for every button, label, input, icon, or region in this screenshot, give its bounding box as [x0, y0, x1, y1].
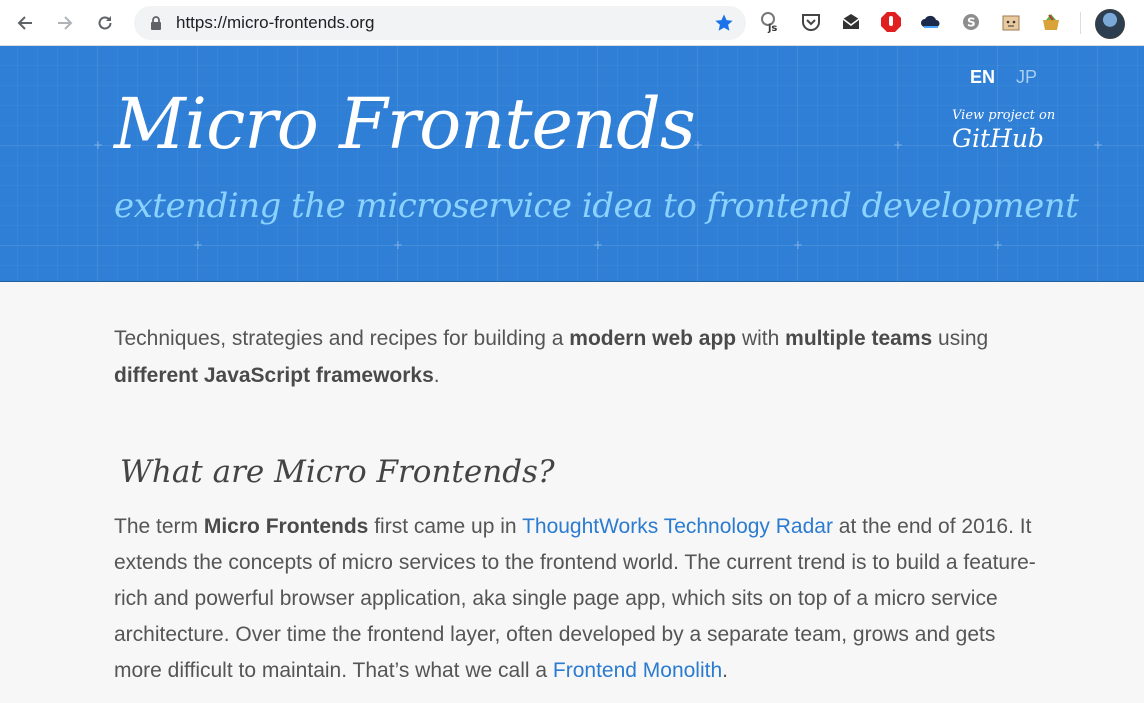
back-icon[interactable]	[10, 8, 40, 38]
grid-plus: +	[993, 238, 1004, 252]
grid-plus: +	[193, 238, 204, 252]
grid-plus: +	[393, 238, 404, 252]
grid-plus: +	[93, 138, 104, 152]
site-tagline: extending the microservice idea to front…	[114, 186, 1079, 226]
grid-plus: +	[1093, 138, 1104, 152]
toolbar-divider	[1080, 12, 1081, 34]
browser-toolbar: https://micro-frontends.org js S	[0, 0, 1144, 46]
frontend-monolith-link[interactable]: Frontend Monolith	[553, 659, 722, 682]
site-title: Micro Frontends	[114, 83, 696, 165]
tampermonkey-js-icon[interactable]: js	[758, 10, 782, 34]
url-text: https://micro-frontends.org	[176, 13, 375, 32]
mail-check-icon[interactable]	[839, 10, 863, 34]
svg-text:js: js	[767, 23, 777, 34]
section-heading: What are Micro Frontends?	[120, 454, 555, 490]
lock-icon	[151, 16, 161, 30]
section-paragraph: The term Micro Frontends first came up i…	[114, 515, 1036, 682]
bookmark-star-icon[interactable]	[714, 13, 734, 33]
address-bar[interactable]: https://micro-frontends.org	[134, 6, 746, 40]
grid-plus: +	[593, 238, 604, 252]
github-link[interactable]: GitHub	[952, 124, 1044, 154]
skype-icon[interactable]: S	[959, 10, 983, 34]
svg-text:S: S	[967, 16, 976, 30]
forward-icon[interactable]	[50, 8, 80, 38]
language-jp-link[interactable]: JP	[1016, 66, 1037, 88]
box-face-icon[interactable]	[999, 10, 1023, 34]
adblock-icon[interactable]	[879, 10, 903, 34]
grid-plus: +	[793, 238, 804, 252]
bucket-icon[interactable]	[1039, 10, 1063, 34]
language-en-link[interactable]: EN	[970, 66, 995, 88]
cloud-icon[interactable]	[919, 10, 943, 34]
intro-paragraph: Techniques, strategies and recipes for b…	[114, 327, 989, 387]
grid-plus: +	[893, 138, 904, 152]
pocket-icon[interactable]	[799, 10, 823, 34]
profile-avatar[interactable]	[1095, 9, 1125, 39]
github-link-caption[interactable]: View project on	[952, 108, 1055, 124]
reload-icon[interactable]	[90, 8, 120, 38]
site-header: + + + + + + + + + + + Micro Frontends ex…	[0, 46, 1144, 282]
thoughtworks-radar-link[interactable]: ThoughtWorks Technology Radar	[522, 515, 833, 538]
